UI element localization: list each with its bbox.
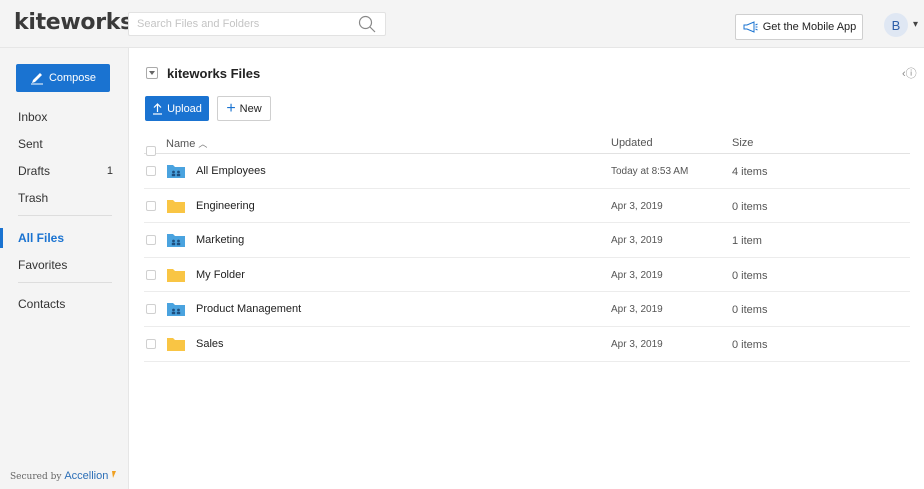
file-name[interactable]: Engineering: [196, 200, 255, 212]
upload-label: Upload: [167, 102, 202, 115]
file-name[interactable]: My Folder: [196, 269, 245, 281]
files-table: Name ︿ Updated Size All Employees Today a…: [144, 134, 910, 362]
column-header-size[interactable]: Size: [732, 137, 753, 149]
compose-label: Compose: [48, 72, 97, 84]
file-name[interactable]: Product Management: [196, 303, 301, 315]
top-header: kiteworks Get the Mobile App B ▾: [0, 0, 924, 48]
search-box[interactable]: [128, 12, 386, 36]
column-header-updated[interactable]: Updated: [611, 137, 653, 149]
folder-title-row: kiteworks Files: [146, 64, 260, 82]
sidebar-item-label: Inbox: [18, 110, 48, 124]
folder-icon: [167, 268, 185, 282]
file-name[interactable]: Sales: [196, 338, 224, 350]
sidebar-item-contacts[interactable]: Contacts: [0, 294, 129, 314]
table-row[interactable]: Product Management Apr 3, 2019 0 items: [144, 292, 910, 327]
row-checkbox[interactable]: [146, 200, 156, 211]
file-updated: Today at 8:53 AM: [611, 166, 689, 177]
avatar[interactable]: B: [884, 13, 908, 37]
folder-menu-dropdown[interactable]: [146, 67, 158, 79]
folder-icon: [167, 337, 185, 351]
shared-folder-icon: [167, 165, 185, 178]
sidebar-divider: [18, 215, 112, 216]
shared-folder-icon: [167, 303, 185, 317]
sidebar: Compose Inbox Sent Drafts 1 Trash All Fi…: [0, 48, 129, 489]
sidebar-item-drafts[interactable]: Drafts 1: [0, 161, 129, 181]
file-updated: Apr 3, 2019: [611, 269, 663, 281]
column-header-name[interactable]: Name ︿: [166, 137, 207, 150]
file-updated: Apr 3, 2019: [611, 304, 663, 316]
secured-by-footer: Secured by Accellion: [10, 470, 117, 482]
secured-prefix: Secured by: [10, 472, 62, 482]
sidebar-item-label: Favorites: [18, 258, 68, 272]
upload-icon: [153, 102, 163, 115]
search-icon[interactable]: [357, 14, 377, 34]
sidebar-item-trash[interactable]: Trash: [0, 188, 129, 208]
row-checkbox[interactable]: [146, 235, 156, 246]
row-checkbox[interactable]: [146, 269, 156, 280]
folder-icon: [167, 199, 185, 213]
accellion-logo-icon: [112, 471, 117, 478]
table-header-row: Name ︿ Updated Size: [144, 134, 910, 156]
plus-icon: +: [226, 99, 236, 117]
table-row[interactable]: Engineering Apr 3, 2019 0 items: [144, 189, 910, 224]
column-name-label: Name: [166, 138, 196, 150]
sort-ascending-icon: ︿: [198, 139, 208, 149]
sidebar-item-label: Contacts: [18, 297, 66, 311]
table-row[interactable]: All Employees Today at 8:53 AM 4 items: [144, 154, 910, 189]
sidebar-item-all-files[interactable]: All Files: [0, 228, 129, 248]
drafts-count-badge: 1: [106, 165, 113, 177]
sidebar-item-label: All Files: [18, 231, 65, 245]
file-size: 4 items: [732, 166, 768, 178]
upload-button[interactable]: Upload: [145, 96, 209, 121]
table-row[interactable]: My Folder Apr 3, 2019 0 items: [144, 258, 910, 293]
file-name[interactable]: Marketing: [196, 234, 244, 246]
get-mobile-app-button[interactable]: Get the Mobile App: [735, 14, 863, 40]
row-checkbox[interactable]: [146, 166, 156, 176]
file-updated: Apr 3, 2019: [611, 200, 663, 212]
file-updated: Apr 3, 2019: [611, 235, 663, 247]
info-panel-toggle-icon[interactable]: ‹ⓘ: [902, 65, 917, 81]
table-row[interactable]: Sales Apr 3, 2019 0 items: [144, 327, 910, 362]
sidebar-item-sent[interactable]: Sent: [0, 134, 129, 154]
active-indicator: [0, 228, 3, 248]
mobile-app-label: Get the Mobile App: [762, 21, 857, 33]
sidebar-item-label: Sent: [18, 137, 43, 151]
sidebar-item-inbox[interactable]: Inbox: [0, 107, 129, 127]
megaphone-icon: [743, 21, 758, 33]
search-input[interactable]: [129, 13, 349, 35]
accellion-brand: Accellion: [64, 470, 109, 482]
new-label: New: [239, 102, 262, 115]
sidebar-item-label: Drafts: [18, 164, 51, 178]
file-updated: Apr 3, 2019: [611, 338, 663, 350]
file-name[interactable]: All Employees: [196, 165, 266, 177]
file-size: 0 items: [732, 304, 768, 317]
file-size: 0 items: [732, 200, 768, 213]
app-logo[interactable]: kiteworks: [14, 10, 133, 35]
row-checkbox[interactable]: [146, 338, 156, 349]
compose-button[interactable]: Compose: [16, 64, 110, 92]
sidebar-item-label: Trash: [18, 191, 49, 205]
shared-folder-icon: [167, 234, 185, 248]
table-row[interactable]: Marketing Apr 3, 2019 1 item: [144, 223, 910, 258]
avatar-caret-icon[interactable]: ▾: [913, 19, 918, 30]
sidebar-item-favorites[interactable]: Favorites: [0, 255, 129, 275]
pencil-icon: [30, 73, 43, 85]
row-checkbox[interactable]: [146, 304, 156, 315]
file-size: 0 items: [732, 338, 768, 351]
file-size: 0 items: [732, 269, 768, 282]
sidebar-divider: [18, 282, 112, 283]
page-title: kiteworks Files: [167, 65, 261, 81]
file-size: 1 item: [732, 235, 762, 248]
new-button[interactable]: + New: [217, 96, 271, 121]
